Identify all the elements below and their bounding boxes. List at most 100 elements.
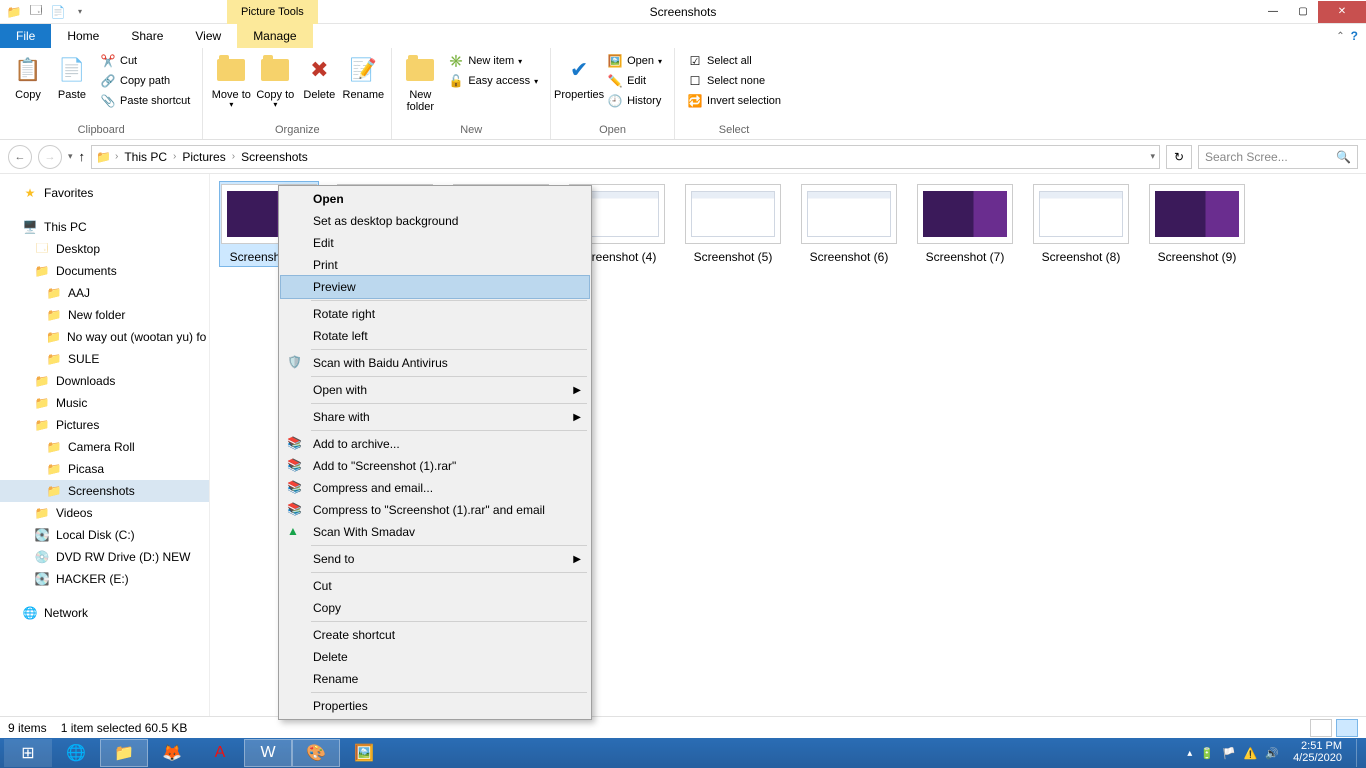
- ctx-share-with[interactable]: Share with▶: [281, 406, 589, 428]
- maximize-button[interactable]: ▢: [1288, 1, 1318, 23]
- sidebar-favorites[interactable]: ★Favorites: [0, 182, 209, 204]
- sidebar-music[interactable]: 📁Music: [0, 392, 209, 414]
- new-item-button[interactable]: ✳️New item ▾: [446, 52, 540, 70]
- up-button[interactable]: ↑: [79, 149, 86, 164]
- sidebar-doc-aaj[interactable]: 📁AAJ: [0, 282, 209, 304]
- sidebar-hacker[interactable]: 💽HACKER (E:): [0, 568, 209, 590]
- ctx-rotate-left[interactable]: Rotate left: [281, 325, 589, 347]
- delete-button[interactable]: ✖Delete: [297, 50, 341, 105]
- sidebar-pic-picasa[interactable]: 📁Picasa: [0, 458, 209, 480]
- rename-button[interactable]: 📝Rename: [341, 50, 385, 105]
- taskbar-firefox[interactable]: 🦊: [148, 739, 196, 767]
- address-dropdown-icon[interactable]: ▾: [1150, 151, 1155, 162]
- sidebar-documents[interactable]: 📁Documents: [0, 260, 209, 282]
- sidebar-doc-nowayout[interactable]: 📁No way out (wootan yu) fo: [0, 326, 209, 348]
- file-item[interactable]: Screenshot (8): [1032, 182, 1130, 266]
- minimize-button[interactable]: —: [1258, 1, 1288, 23]
- tray-flag-icon[interactable]: 🏳️: [1222, 747, 1236, 760]
- file-item[interactable]: Screenshot (5): [684, 182, 782, 266]
- recent-dropdown-icon[interactable]: ▾: [68, 151, 73, 162]
- sidebar-network[interactable]: 🌐Network: [0, 602, 209, 624]
- ctx-rotate-right[interactable]: Rotate right: [281, 303, 589, 325]
- view-thumbnails-button[interactable]: [1336, 719, 1358, 737]
- properties-button[interactable]: ✔︎Properties: [557, 50, 601, 105]
- taskbar-ie[interactable]: 🌐: [52, 739, 100, 767]
- open-button[interactable]: 🖼️Open ▾: [605, 52, 664, 70]
- ribbon-minimize-icon[interactable]: ⌃: [1336, 31, 1344, 42]
- copy-path-button[interactable]: 🔗Copy path: [98, 72, 192, 90]
- taskbar-adobe[interactable]: A: [196, 739, 244, 767]
- refresh-button[interactable]: ↻: [1166, 145, 1192, 169]
- qat-properties-icon[interactable]: 🗔: [26, 2, 46, 22]
- search-box[interactable]: Search Scree...🔍: [1198, 145, 1358, 169]
- file-item[interactable]: Screenshot (7): [916, 182, 1014, 266]
- ctx-delete[interactable]: Delete: [281, 646, 589, 668]
- forward-button[interactable]: →: [38, 145, 62, 169]
- paste-button[interactable]: 📄Paste: [50, 50, 94, 105]
- crumb-pictures[interactable]: Pictures: [180, 150, 227, 164]
- move-to-button[interactable]: Move to▾: [209, 50, 253, 114]
- start-button[interactable]: ⊞: [4, 739, 52, 767]
- ctx-create-shortcut[interactable]: Create shortcut: [281, 624, 589, 646]
- easy-access-button[interactable]: 🔓Easy access ▾: [446, 72, 540, 90]
- sidebar-downloads[interactable]: 📁Downloads: [0, 370, 209, 392]
- taskbar-word[interactable]: W: [244, 739, 292, 767]
- address-bar[interactable]: 📁 › This PC › Pictures › Screenshots ▾: [91, 145, 1160, 169]
- file-item[interactable]: Screenshot (9): [1148, 182, 1246, 266]
- taskbar-photos[interactable]: 🖼️: [340, 739, 388, 767]
- taskbar-paint[interactable]: 🎨: [292, 739, 340, 767]
- close-button[interactable]: ✕: [1318, 1, 1366, 23]
- ctx-open-with[interactable]: Open with▶: [281, 379, 589, 401]
- ctx-edit[interactable]: Edit: [281, 232, 589, 254]
- ctx-compress-email[interactable]: 📚Compress and email...: [281, 477, 589, 499]
- ctx-open[interactable]: Open: [281, 188, 589, 210]
- tray-volume-icon[interactable]: 🔊: [1265, 747, 1279, 760]
- ctx-compress-rar-email[interactable]: 📚Compress to "Screenshot (1).rar" and em…: [281, 499, 589, 521]
- view-details-button[interactable]: [1310, 719, 1332, 737]
- sidebar-doc-sule[interactable]: 📁SULE: [0, 348, 209, 370]
- ctx-scan-smadav[interactable]: ▲Scan With Smadav: [281, 521, 589, 543]
- tray-chevron-icon[interactable]: ▴: [1187, 748, 1192, 759]
- ctx-preview[interactable]: Preview: [281, 276, 589, 298]
- tab-view[interactable]: View: [179, 24, 237, 48]
- sidebar-pic-camera[interactable]: 📁Camera Roll: [0, 436, 209, 458]
- show-desktop-button[interactable]: [1356, 739, 1362, 767]
- ctx-rename[interactable]: Rename: [281, 668, 589, 690]
- ctx-copy[interactable]: Copy: [281, 597, 589, 619]
- copy-button[interactable]: 📋Copy: [6, 50, 50, 105]
- sidebar-videos[interactable]: 📁Videos: [0, 502, 209, 524]
- crumb-screenshots[interactable]: Screenshots: [239, 150, 310, 164]
- qat-newfolder-icon[interactable]: 📄: [48, 2, 68, 22]
- taskbar-clock[interactable]: 2:51 PM 4/25/2020: [1287, 741, 1348, 764]
- copy-to-button[interactable]: Copy to▾: [253, 50, 297, 114]
- sidebar-dvd[interactable]: 💿DVD RW Drive (D:) NEW: [0, 546, 209, 568]
- tab-home[interactable]: Home: [51, 24, 115, 48]
- new-folder-button[interactable]: New folder: [398, 50, 442, 117]
- paste-shortcut-button[interactable]: 📎Paste shortcut: [98, 92, 192, 110]
- sidebar-thispc[interactable]: 🖥️This PC: [0, 216, 209, 238]
- cut-button[interactable]: ✂️Cut: [98, 52, 192, 70]
- select-all-button[interactable]: ☑Select all: [685, 52, 783, 70]
- ctx-send-to[interactable]: Send to▶: [281, 548, 589, 570]
- sidebar-pic-screenshots[interactable]: 📁Screenshots: [0, 480, 209, 502]
- ctx-set-bg[interactable]: Set as desktop background: [281, 210, 589, 232]
- history-button[interactable]: 🕘History: [605, 92, 664, 110]
- ctx-cut[interactable]: Cut: [281, 575, 589, 597]
- sidebar-pictures[interactable]: 📁Pictures: [0, 414, 209, 436]
- tab-manage[interactable]: Manage: [237, 24, 312, 48]
- qat-dropdown-icon[interactable]: ▾: [70, 2, 90, 22]
- file-item[interactable]: Screenshot (6): [800, 182, 898, 266]
- crumb-thispc[interactable]: This PC: [122, 150, 169, 164]
- tab-file[interactable]: File: [0, 24, 51, 48]
- ctx-print[interactable]: Print: [281, 254, 589, 276]
- taskbar-explorer[interactable]: 📁: [100, 739, 148, 767]
- invert-selection-button[interactable]: 🔁Invert selection: [685, 92, 783, 110]
- ctx-scan-baidu[interactable]: 🛡️Scan with Baidu Antivirus: [281, 352, 589, 374]
- select-none-button[interactable]: ☐Select none: [685, 72, 783, 90]
- tray-network-icon[interactable]: ⚠️: [1244, 747, 1258, 760]
- sidebar-desktop[interactable]: 🗔Desktop: [0, 238, 209, 260]
- sidebar-local-c[interactable]: 💽Local Disk (C:): [0, 524, 209, 546]
- ctx-properties[interactable]: Properties: [281, 695, 589, 717]
- ctx-add-archive[interactable]: 📚Add to archive...: [281, 433, 589, 455]
- help-icon[interactable]: ?: [1351, 29, 1358, 43]
